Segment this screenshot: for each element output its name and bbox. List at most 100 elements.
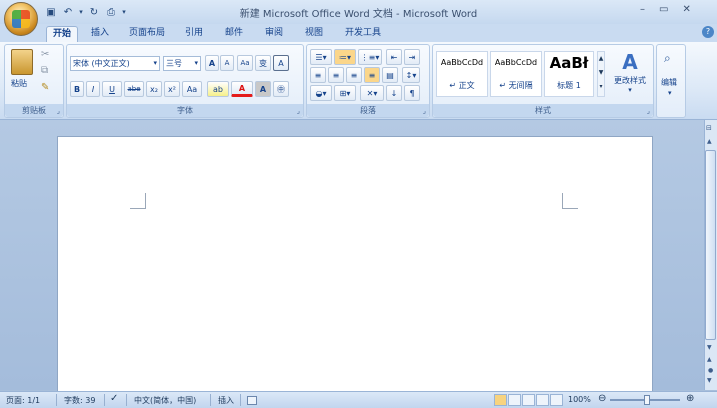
subscript-button[interactable]: x₂: [146, 81, 162, 97]
divider: [104, 394, 105, 406]
change-styles-button[interactable]: A 更改样式 ▾: [609, 49, 651, 99]
underline-button[interactable]: U: [102, 81, 122, 97]
tab-references[interactable]: 引用: [180, 26, 208, 42]
page-count[interactable]: 页面: 1/1: [6, 395, 40, 406]
styles-group: AaBbCcDd ↵ 正文 AaBbCcDd ↵ 无间隔 AaBł 标题 1 ▲…: [432, 44, 654, 118]
bold-button[interactable]: B: [70, 81, 84, 97]
distribute-button[interactable]: ▤: [382, 67, 398, 83]
print-layout-view-icon[interactable]: [494, 394, 507, 406]
font-launcher-icon[interactable]: ⌟: [297, 107, 300, 115]
style-heading-1[interactable]: AaBł 标题 1: [544, 51, 594, 97]
editing-group[interactable]: ⌕ 编辑 ▾: [656, 44, 686, 118]
browse-object-icon[interactable]: ●: [708, 367, 713, 374]
outline-view-icon[interactable]: [536, 394, 549, 406]
copy-icon[interactable]: ⧉: [41, 65, 48, 76]
tab-insert[interactable]: 插入: [86, 26, 114, 42]
previous-page-icon[interactable]: ▲: [707, 356, 712, 363]
scroll-down-icon[interactable]: ▼: [707, 344, 712, 351]
ribbon: 粘贴 ✂ ⧉ ✎ 剪贴板 ⌟ 宋体 (中文正文) ▾ 三号 ▾ A A Aa 变…: [0, 42, 717, 120]
bullets-button[interactable]: ☰▾: [310, 49, 332, 65]
next-page-icon[interactable]: ▼: [707, 377, 712, 384]
font-size-combo[interactable]: 三号 ▾: [163, 56, 201, 71]
full-screen-reading-view-icon[interactable]: [508, 394, 521, 406]
shrink-font-button[interactable]: A: [220, 55, 234, 71]
paragraph-launcher-icon[interactable]: ⌟: [423, 107, 426, 115]
decrease-indent-button[interactable]: ⇤: [386, 49, 402, 65]
styles-scroll[interactable]: ▲ ▼ ▾: [597, 51, 605, 97]
tab-home[interactable]: 开始: [46, 26, 78, 42]
justify-button[interactable]: ≡: [364, 67, 380, 83]
paste-button-label[interactable]: 粘贴: [11, 78, 27, 89]
clipboard-group-label: 剪贴板: [5, 104, 63, 117]
shading-button[interactable]: ◒▾: [310, 85, 332, 101]
tab-developer[interactable]: 开发工具: [340, 26, 386, 42]
superscript-button[interactable]: x²: [164, 81, 180, 97]
increase-indent-icon: ⇥: [408, 52, 416, 62]
zoom-in-icon[interactable]: ⊕: [686, 393, 694, 404]
clipboard-launcher-icon[interactable]: ⌟: [57, 107, 60, 115]
align-left-button[interactable]: ≡: [310, 67, 326, 83]
numbering-button[interactable]: ≔▾: [334, 49, 356, 65]
char-border-button[interactable]: A: [273, 55, 289, 71]
draft-view-icon[interactable]: [550, 394, 563, 406]
scroll-up-icon[interactable]: ▲: [707, 138, 712, 145]
style-normal-preview: AaBbCcDd: [440, 58, 484, 67]
font-size-value: 三号: [166, 59, 182, 68]
macro-record-icon[interactable]: [247, 396, 257, 405]
strikethrough-button[interactable]: abe: [124, 81, 144, 97]
web-layout-view-icon[interactable]: [522, 394, 535, 406]
font-name-value: 宋体 (中文正文): [73, 59, 130, 68]
insert-mode[interactable]: 插入: [218, 395, 234, 406]
align-center-button[interactable]: ≡: [328, 67, 344, 83]
change-case-button[interactable]: Aa: [182, 81, 202, 97]
align-right-button[interactable]: ≡: [346, 67, 362, 83]
borders-button[interactable]: ⊞▾: [334, 85, 356, 101]
help-icon[interactable]: ?: [702, 26, 714, 38]
tab-page-layout[interactable]: 页面布局: [124, 26, 170, 42]
tab-view[interactable]: 视图: [300, 26, 328, 42]
minimize-button[interactable]: –: [640, 4, 645, 15]
scrollbar-thumb[interactable]: [705, 150, 716, 340]
word-count[interactable]: 字数: 39: [64, 395, 95, 406]
close-button[interactable]: ✕: [682, 4, 690, 15]
highlight-button[interactable]: ab: [207, 81, 229, 97]
divider: [240, 394, 241, 406]
cut-icon[interactable]: ✂: [41, 49, 49, 60]
tab-review[interactable]: 审阅: [260, 26, 288, 42]
phonetic-guide-button[interactable]: 变: [255, 55, 271, 71]
italic-button[interactable]: I: [86, 81, 100, 97]
language-indicator[interactable]: 中文(简体，中国): [134, 395, 196, 406]
paste-icon[interactable]: [11, 49, 33, 75]
clipboard-group: 粘贴 ✂ ⧉ ✎ 剪贴板 ⌟: [4, 44, 64, 118]
style-no-spacing[interactable]: AaBbCcDd ↵ 无间隔: [490, 51, 542, 97]
format-painter-icon[interactable]: ✎: [41, 82, 49, 93]
zoom-level[interactable]: 100%: [568, 395, 591, 404]
multilevel-list-button[interactable]: ⋮≡▾: [358, 49, 382, 65]
maximize-button[interactable]: ▭: [659, 4, 668, 15]
proofing-icon[interactable]: ✓: [110, 393, 118, 404]
ribbon-tabs: 开始 插入 页面布局 引用 邮件 审阅 视图 开发工具: [0, 24, 717, 42]
document-page[interactable]: [57, 136, 653, 396]
style-normal[interactable]: AaBbCcDd ↵ 正文: [436, 51, 488, 97]
zoom-slider-knob[interactable]: [644, 395, 650, 405]
clear-format-button[interactable]: Aa: [237, 55, 253, 71]
office-button[interactable]: [4, 2, 38, 36]
styles-launcher-icon[interactable]: ⌟: [647, 107, 650, 115]
show-marks-button[interactable]: ¶: [404, 85, 420, 101]
font-name-combo[interactable]: 宋体 (中文正文) ▾: [70, 56, 160, 71]
enclose-char-button[interactable]: ㊥: [273, 81, 289, 97]
divider: [56, 394, 57, 406]
chevron-down-icon: ▾: [628, 86, 632, 94]
ruler-toggle-icon[interactable]: ⊟: [706, 124, 712, 132]
style-normal-name: ↵ 正文: [449, 81, 475, 90]
line-spacing-button[interactable]: ↕▾: [402, 67, 420, 83]
grow-font-button[interactable]: A: [205, 55, 219, 71]
sort-button[interactable]: ↓: [386, 85, 402, 101]
chinese-layout-button[interactable]: ✕▾: [360, 85, 384, 101]
zoom-out-icon[interactable]: ⊖: [598, 393, 606, 404]
increase-indent-button[interactable]: ⇥: [404, 49, 420, 65]
char-shading-button[interactable]: A: [255, 81, 271, 97]
font-color-button[interactable]: A: [231, 81, 253, 97]
divider: [210, 394, 211, 406]
tab-mailings[interactable]: 邮件: [220, 26, 248, 42]
